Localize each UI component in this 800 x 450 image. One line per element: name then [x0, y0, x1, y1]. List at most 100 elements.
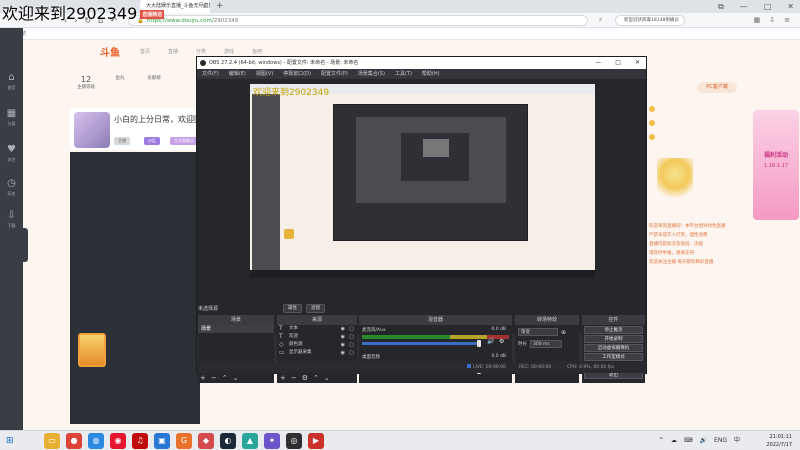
up-icon[interactable]: ⌃ [222, 375, 228, 383]
source-item[interactable]: T 欢迎 ◉ ▢ [277, 333, 357, 341]
maximize-button[interactable]: □ [615, 57, 621, 69]
gear-icon[interactable]: ⚙ [302, 375, 308, 383]
eye-icon[interactable]: ◉ [341, 333, 345, 341]
tag-badge[interactable]: 分区 [144, 137, 160, 145]
list-item[interactable] [645, 116, 745, 130]
weibo-icon[interactable]: ◉ [110, 433, 126, 449]
rail-follow[interactable]: ♥ 关注 [0, 144, 23, 163]
eye-icon[interactable]: ◉ [341, 325, 345, 333]
nav-item[interactable]: 首页 [140, 48, 150, 55]
eye-icon[interactable]: ◉ [341, 349, 345, 357]
source-item[interactable]: ◇ 颜色源 ◉ ▢ [277, 341, 357, 349]
language-indicator[interactable]: ENG [714, 431, 727, 450]
add-icon[interactable]: ⊕ [561, 329, 566, 336]
obs-icon[interactable]: ◎ [286, 433, 302, 449]
menu-profile[interactable]: 配置文件(P) [321, 69, 348, 79]
minimize-button[interactable]: — [740, 0, 748, 13]
maximize-button[interactable]: □ [764, 0, 772, 13]
rail-download[interactable]: ⇩ 下载 [0, 210, 23, 229]
menu-view[interactable]: 视图(V) [256, 69, 273, 79]
file-explorer-icon[interactable]: ▭ [44, 433, 60, 449]
app-teal-icon[interactable]: ▲ [242, 433, 258, 449]
pc-client-button[interactable]: PC客户端 [697, 82, 737, 93]
source-item[interactable]: ▭ 显示器采集 ◉ ▢ [277, 349, 357, 357]
volume-icon[interactable]: 🔊 [700, 431, 707, 450]
app-blue-icon[interactable]: ▣ [154, 433, 170, 449]
tag-badge[interactable]: 大大陆娱乐 [170, 137, 198, 145]
down-icon[interactable]: ⌄ [324, 375, 330, 383]
lock-icon[interactable]: ▢ [349, 341, 354, 349]
nav-item[interactable]: 鱼吧 [252, 48, 262, 55]
menu-file[interactable]: 文件(F) [202, 69, 219, 79]
nav-item[interactable]: 游戏 [224, 48, 234, 55]
menu-icon[interactable]: ≡ [784, 13, 790, 28]
down-icon[interactable]: ⌄ [233, 375, 239, 383]
rail-home[interactable]: ⌂ 首页 [0, 72, 23, 91]
properties-button[interactable]: 属性 [283, 304, 302, 313]
app-g-icon[interactable]: G [176, 433, 192, 449]
gift-thumbnail[interactable] [78, 333, 106, 367]
rail-collapse-handle[interactable] [23, 228, 28, 262]
studio-mode-button[interactable]: 工作室模式 [584, 353, 643, 361]
up-icon[interactable]: ⌃ [313, 375, 319, 383]
remove-icon[interactable]: − [291, 375, 297, 383]
app-cube-icon[interactable]: ◆ [198, 433, 214, 449]
eye-icon[interactable]: ◉ [341, 341, 345, 349]
volume-slider[interactable] [362, 342, 480, 345]
minimize-button[interactable]: — [595, 57, 601, 69]
list-item[interactable] [645, 130, 745, 144]
close-button[interactable]: ✕ [635, 57, 640, 69]
browser-360-icon[interactable]: ◍ [88, 433, 104, 449]
filters-button[interactable]: 滤镜 [306, 304, 325, 313]
menu-edit[interactable]: 编辑(E) [229, 69, 246, 79]
app-red-icon[interactable]: ▶ [308, 433, 324, 449]
netease-icon[interactable]: ♫ [132, 433, 148, 449]
list-item[interactable] [645, 102, 745, 116]
new-tab-button[interactable]: + [216, 0, 224, 12]
keyboard-icon[interactable]: ⌨ [684, 431, 693, 450]
speaker-icon[interactable]: 🔊 [487, 338, 494, 345]
menu-help[interactable]: 帮助(H) [422, 69, 440, 79]
lock-icon[interactable]: ▢ [349, 349, 354, 357]
stop-streaming-button[interactable]: 停止推流 [584, 326, 643, 334]
transition-select[interactable]: 渐变 [518, 328, 558, 336]
duration-input[interactable]: 300 ms [530, 340, 562, 348]
gear-icon[interactable]: ⚙ [499, 338, 504, 345]
steam-icon[interactable]: ◐ [220, 433, 236, 449]
rail-category[interactable]: ▦ 分类 [0, 108, 23, 127]
app-purple-icon[interactable]: ✦ [264, 433, 280, 449]
lightning-icon[interactable]: ⚡ [598, 13, 603, 28]
url-input[interactable]: 🔒 https://www.douyu.com/2902349 [128, 15, 588, 26]
remove-icon[interactable]: − [211, 375, 217, 383]
restore-icon[interactable]: ⧉ [718, 0, 724, 13]
menu-docks[interactable]: 停靠窗口(D) [283, 69, 311, 79]
windows-start-icon[interactable]: ⊞ [6, 436, 14, 446]
lock-icon[interactable]: ▢ [349, 325, 354, 333]
tray-expand-icon[interactable]: ^ [659, 431, 664, 450]
add-icon[interactable]: + [200, 375, 206, 383]
cloud-icon[interactable]: ☁ [671, 431, 677, 450]
start-recording-button[interactable]: 开始录制 [584, 335, 643, 343]
avatar[interactable] [74, 112, 110, 148]
video-player-area[interactable] [70, 152, 200, 424]
download-icon[interactable]: ⇩ [769, 13, 775, 28]
chrome-icon[interactable]: ● [66, 433, 82, 449]
tag-badge[interactable]: 主播 [114, 137, 130, 145]
taskbar-clock[interactable]: 21:01:11 2022/7/17 [766, 433, 792, 449]
close-button[interactable]: ✕ [787, 0, 794, 13]
nav-item[interactable]: 直播 [168, 48, 178, 55]
search-input[interactable]: 新型冠状病毒18148例确诊 [615, 15, 685, 26]
obs-preview[interactable]: 欢迎来到2902349 [250, 84, 595, 278]
source-item[interactable]: T 文本 ◉ ▢ [277, 325, 357, 333]
rail-history[interactable]: ◷ 历史 [0, 178, 23, 197]
menu-scene-collection[interactable]: 场景集合(S) [358, 69, 385, 79]
volume-knob[interactable] [477, 340, 481, 347]
virtual-camera-button[interactable]: 启动虚拟摄像机 [584, 344, 643, 352]
nav-item[interactable]: 分类 [196, 48, 206, 55]
douyu-logo[interactable]: 斗鱼 [100, 44, 138, 60]
promo-banner[interactable]: 福利活动 1.16-1.17 [753, 110, 799, 220]
menu-tools[interactable]: 工具(T) [395, 69, 412, 79]
tab-close-icon[interactable]: × [202, 0, 207, 13]
scene-item[interactable]: 场景 [198, 325, 274, 333]
ime-indicator[interactable]: 中 [734, 431, 740, 450]
